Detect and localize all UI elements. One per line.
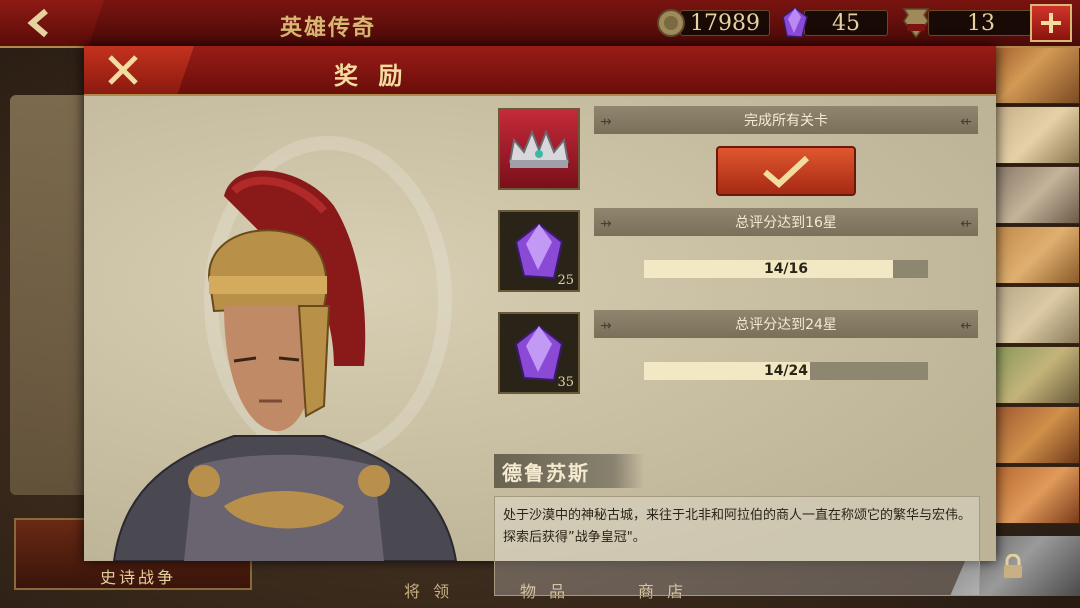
stage-thumbnail[interactable] [995, 166, 1080, 224]
lock-icon [1004, 554, 1022, 578]
reward-requirement: ⇸ 总评分达到24星 ⇷ [594, 310, 978, 338]
ornament-arrow-icon: ⇸ [600, 114, 612, 130]
ornament-arrow-icon: ⇷ [960, 114, 972, 130]
stage-list[interactable] [995, 46, 1080, 524]
dialog-title: 奖 励 [334, 61, 409, 90]
purple-gem-icon [782, 7, 808, 38]
spqr-counter: 13 [900, 8, 1034, 39]
stage-thumbnail[interactable] [995, 46, 1080, 104]
reward-row: 25 ⇸ 总评分达到16星 ⇷ 14/16 [494, 204, 994, 300]
close-button[interactable] [84, 46, 194, 94]
reward-requirement: ⇸ 完成所有关卡 ⇷ [594, 106, 978, 134]
location-description: 处于沙漠中的神秘古城，来往于北非和阿拉伯的商人一直在称颂它的繁华与宏伟。探索后获… [494, 496, 980, 596]
spqr-value: 13 [928, 10, 1034, 36]
gem-counter: 45 [782, 7, 888, 38]
reward-count: 25 [557, 273, 574, 288]
claim-reward-button[interactable] [716, 146, 856, 196]
back-button[interactable] [0, 0, 104, 46]
stage-thumbnail[interactable] [995, 346, 1080, 404]
reward-count: 35 [557, 375, 574, 390]
reward-requirement: ⇸ 总评分达到16星 ⇷ [594, 208, 978, 236]
coin-value: 17989 [680, 10, 770, 36]
top-bar: 英雄传奇 17989 45 13 [0, 0, 1080, 48]
coin-icon [657, 9, 685, 37]
progress-text: 14/24 [763, 363, 809, 379]
back-arrow-icon [27, 8, 48, 38]
stage-thumbnail[interactable] [995, 286, 1080, 344]
reward-dialog: 奖 励 ⇸ 完成所有关卡 ⇷ 25 ⇸ 总评分达到16星 ⇷ 14/16 35 … [84, 46, 996, 596]
roman-general-illustration [112, 170, 458, 561]
location-name: 德鲁苏斯 [494, 454, 644, 488]
stage-thumbnail[interactable] [995, 106, 1080, 164]
stage-thumbnail[interactable] [995, 226, 1080, 284]
page-title: 英雄传奇 [280, 15, 377, 41]
dialog-header: 奖 励 [84, 46, 996, 96]
reward-row: 35 ⇸ 总评分达到24星 ⇷ 14/24 [494, 306, 994, 402]
reward-item[interactable] [498, 108, 580, 190]
map-parchment [10, 95, 90, 495]
crown-icon [508, 129, 570, 168]
progress-bar: 14/24 [644, 362, 928, 380]
ornament-arrow-icon: ⇸ [600, 216, 612, 232]
tab-generals[interactable]: 将 领 [404, 578, 453, 602]
ornament-arrow-icon: ⇷ [960, 318, 972, 334]
progress-text: 14/16 [763, 261, 809, 277]
reward-item[interactable]: 35 [498, 312, 580, 394]
coin-counter: 17989 [656, 9, 770, 37]
stage-thumbnail[interactable] [995, 466, 1080, 524]
tab-epic-war-label: 史诗战争 [100, 568, 177, 587]
gem-value: 45 [804, 10, 888, 36]
plus-icon [1041, 13, 1061, 33]
checkmark-icon [763, 155, 810, 188]
hero-portrait [84, 96, 494, 561]
spqr-banner-icon [902, 8, 930, 39]
reward-row: ⇸ 完成所有关卡 ⇷ [494, 102, 994, 198]
dialog-body: ⇸ 完成所有关卡 ⇷ 25 ⇸ 总评分达到16星 ⇷ 14/16 35 ⇸ 总评… [84, 96, 996, 596]
stage-thumbnail[interactable] [995, 406, 1080, 464]
reward-item[interactable]: 25 [498, 210, 580, 292]
ornament-arrow-icon: ⇷ [960, 216, 972, 232]
progress-bar: 14/16 [644, 260, 928, 278]
add-resource-button[interactable] [1030, 4, 1072, 42]
close-icon [108, 55, 138, 85]
ornament-arrow-icon: ⇸ [600, 318, 612, 334]
